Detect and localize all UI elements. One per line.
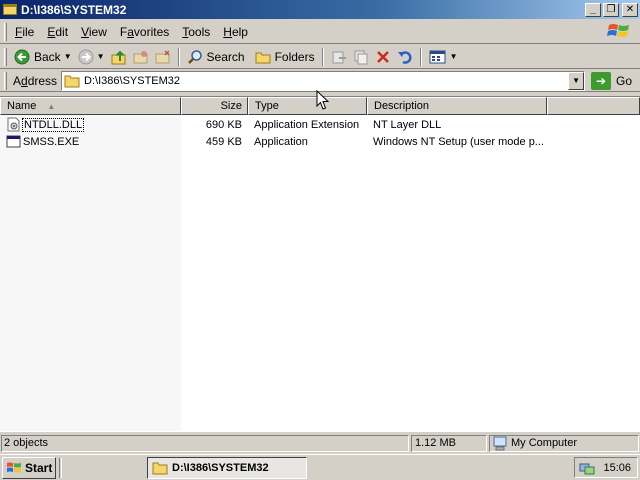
windows-logo-icon (607, 24, 629, 37)
menu-bar: File Edit View Favorites Tools Help (0, 20, 640, 44)
status-zone: My Computer (489, 434, 639, 452)
back-button[interactable]: Back ▼ (11, 47, 75, 67)
file-list[interactable]: Name ▲ Size Type Description NTDLL.DLL 6… (0, 96, 640, 432)
file-type: Application (254, 135, 308, 148)
up-folder-icon (111, 50, 126, 64)
go-arrow-icon: ➔ (591, 71, 612, 90)
sort-ascending-icon: ▲ (47, 102, 56, 111)
folders-icon (255, 52, 271, 63)
file-description: NT Layer DLL (373, 118, 442, 131)
move-to-button[interactable] (130, 47, 152, 67)
forward-button[interactable]: ▼ (75, 47, 108, 67)
address-label: Address (13, 73, 58, 88)
menu-file[interactable]: File (9, 25, 40, 39)
menu-grip[interactable] (4, 22, 7, 41)
delete-button[interactable] (372, 47, 394, 67)
address-grip[interactable] (4, 71, 7, 90)
menu-favorites[interactable]: Favorites (114, 25, 175, 39)
window-title: D:\I386\SYSTEM32 (21, 2, 127, 17)
menu-tools[interactable]: Tools (176, 25, 216, 39)
file-size: 690 KB (205, 118, 242, 131)
exe-file-icon (6, 135, 21, 148)
forward-arrow-icon (78, 49, 94, 64)
folder-icon (64, 75, 80, 87)
undo-icon (397, 50, 412, 64)
search-icon (187, 49, 202, 64)
taskbar: Start D:\I386\SYSTEM32 15:06 (0, 454, 640, 480)
views-icon (429, 50, 446, 63)
views-dropdown-icon[interactable]: ▼ (450, 52, 458, 61)
column-header-name[interactable]: Name ▲ (0, 97, 181, 115)
go-button[interactable]: ➔ Go (591, 71, 632, 90)
delete-icon (376, 50, 389, 63)
windows-flag-icon (7, 462, 21, 472)
tray-clock[interactable]: 15:06 (603, 462, 631, 474)
status-object-count: 2 objects (1, 434, 409, 452)
minimize-button[interactable]: _ (585, 2, 601, 17)
folders-button[interactable]: Folders (252, 47, 318, 67)
file-name: SMSS.EXE (23, 135, 80, 148)
column-header-size[interactable]: Size (181, 97, 248, 115)
status-total-size: 1.12 MB (411, 434, 487, 452)
file-name: NTDLL.DLL (21, 117, 85, 132)
menu-view[interactable]: View (75, 25, 113, 39)
address-combobox[interactable]: D:\I386\SYSTEM32 ▼ (61, 70, 586, 91)
title-bar[interactable]: D:\I386\SYSTEM32 _ ❐ ✕ (0, 0, 640, 19)
copy-button[interactable] (350, 47, 372, 67)
standard-toolbar: Back ▼ ▼ Search Folders ▼ (0, 45, 640, 69)
network-icon[interactable] (579, 461, 595, 475)
start-button[interactable]: Start (2, 456, 56, 479)
back-arrow-icon (14, 49, 30, 64)
menu-edit[interactable]: Edit (41, 25, 74, 39)
status-bar: 2 objects 1.12 MB My Computer (0, 433, 640, 453)
file-size: 459 KB (205, 135, 242, 148)
list-item[interactable]: SMSS.EXE 459 KB Application Windows NT S… (0, 133, 640, 150)
file-type: Application Extension (254, 118, 360, 131)
up-folder-button[interactable] (108, 47, 130, 67)
address-bar: Address D:\I386\SYSTEM32 ▼ ➔ Go (0, 70, 640, 92)
copy-to-button[interactable] (152, 47, 174, 67)
mouse-cursor-icon (316, 90, 330, 110)
system-tray: 15:06 (574, 457, 638, 478)
toolbar-separator (419, 47, 422, 66)
address-input[interactable]: D:\I386\SYSTEM32 (84, 75, 180, 87)
list-item[interactable]: NTDLL.DLL 690 KB Application Extension N… (0, 116, 640, 133)
undo-button[interactable] (394, 47, 416, 67)
column-header-type[interactable]: Type (248, 97, 367, 115)
toolbar-separator (177, 47, 180, 66)
file-description: Windows NT Setup (user mode p... (373, 135, 544, 148)
column-header-filler (547, 97, 640, 115)
search-button[interactable]: Search (184, 47, 248, 67)
menu-help[interactable]: Help (217, 25, 254, 39)
toolbar-separator (321, 47, 324, 66)
move-to-icon (133, 50, 148, 63)
dll-file-icon (7, 117, 20, 132)
address-dropdown-button[interactable]: ▼ (568, 71, 585, 90)
forward-dropdown-icon[interactable]: ▼ (97, 52, 105, 61)
move-icon (332, 51, 346, 63)
maximize-button[interactable]: ❐ (603, 2, 619, 17)
taskbar-grip[interactable] (59, 457, 62, 478)
my-computer-icon (493, 436, 507, 450)
back-dropdown-icon[interactable]: ▼ (64, 52, 72, 61)
toolbar-grip[interactable] (4, 47, 7, 66)
taskbar-window-button[interactable]: D:\I386\SYSTEM32 (147, 456, 307, 479)
copy-to-icon (155, 49, 170, 63)
folder-icon (3, 4, 17, 15)
views-button[interactable]: ▼ (426, 47, 461, 67)
copy-icon (354, 50, 368, 64)
move-button[interactable] (328, 47, 350, 67)
column-header-description[interactable]: Description (367, 97, 547, 115)
folder-icon (152, 462, 168, 474)
sorted-column-shade (0, 115, 181, 431)
close-button[interactable]: ✕ (622, 2, 638, 17)
